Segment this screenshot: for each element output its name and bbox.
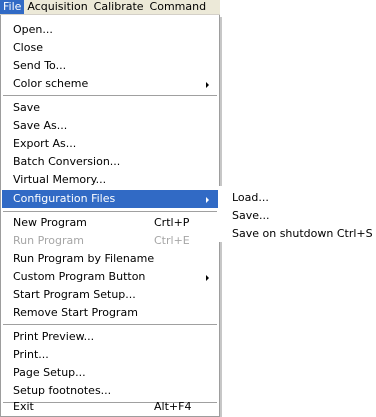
menu-item-label: Close xyxy=(13,41,43,54)
menu-item-color-scheme[interactable]: Color scheme xyxy=(2,75,218,93)
menu-item-label: Run Program xyxy=(13,234,85,247)
menu-item-label: Run Program by Filename xyxy=(13,252,155,265)
configuration-files-submenu: Load... Save... Save on shutdown Ctrl+S xyxy=(219,186,376,242)
menu-item-label: Configuration Files xyxy=(13,192,116,205)
menu-separator xyxy=(3,324,217,326)
submenu-item-load[interactable]: Load... xyxy=(220,189,376,207)
menu-item-label: Start Program Setup... xyxy=(13,288,136,301)
menu-item-new-program[interactable]: New Program Crtl+P xyxy=(2,214,218,232)
menu-item-label: Batch Conversion... xyxy=(13,155,121,168)
menu-item-label: Save xyxy=(13,101,41,114)
menubar-command[interactable]: Command xyxy=(147,0,210,14)
menu-item-page-setup[interactable]: Page Setup... xyxy=(2,364,218,382)
menu-item-save[interactable]: Save xyxy=(2,99,218,117)
menu-item-label: Remove Start Program xyxy=(13,306,138,319)
menu-item-label: Print Preview... xyxy=(13,330,95,343)
shortcut-text: Crtl+P xyxy=(154,216,190,229)
menu-item-label: Color scheme xyxy=(13,77,89,90)
menu-item-export-as[interactable]: Export As... xyxy=(2,135,218,153)
menu-item-close[interactable]: Close xyxy=(2,39,218,57)
shortcut-text: Ctrl+E xyxy=(154,234,190,247)
shortcut-text: Alt+F4 xyxy=(154,400,192,413)
menu-item-label: Virtual Memory... xyxy=(13,173,107,186)
menu-item-print[interactable]: Print... xyxy=(2,346,218,364)
menubar-calibrate[interactable]: Calibrate xyxy=(91,0,147,14)
menu-item-start-program-setup[interactable]: Start Program Setup... xyxy=(2,286,218,304)
menu-item-label: Send To... xyxy=(13,59,67,72)
menu-separator xyxy=(3,211,217,213)
submenu-arrow-icon xyxy=(206,275,209,281)
menu-item-run-program: Run Program Ctrl+E xyxy=(2,232,218,250)
menu-bar: File Acquisition Calibrate Command xyxy=(0,0,220,15)
menu-separator xyxy=(3,95,217,97)
menu-item-label: Page Setup... xyxy=(13,366,86,379)
menu-item-label: Exit xyxy=(13,400,34,413)
submenu-item-save[interactable]: Save... xyxy=(220,207,376,225)
screen: File Acquisition Calibrate Command Open.… xyxy=(0,0,376,417)
menu-item-label: Save As... xyxy=(13,119,68,132)
menu-item-label: Custom Program Button xyxy=(13,270,146,283)
submenu-arrow-icon xyxy=(206,197,209,203)
menu-item-configuration-files[interactable]: Configuration Files xyxy=(2,190,218,208)
menu-item-run-program-by-filename[interactable]: Run Program by Filename xyxy=(2,250,218,268)
menu-item-label: Open... xyxy=(13,23,53,36)
file-menu: Open... Close Send To... Color scheme Sa… xyxy=(0,15,220,417)
menu-item-label: Print... xyxy=(13,348,49,361)
submenu-arrow-icon xyxy=(206,82,209,88)
submenu-item-save-on-shutdown[interactable]: Save on shutdown Ctrl+S xyxy=(220,225,376,243)
menubar-acquisition[interactable]: Acquisition xyxy=(24,0,90,14)
menu-item-send-to[interactable]: Send To... xyxy=(2,57,218,75)
menu-item-virtual-memory[interactable]: Virtual Memory... xyxy=(2,171,218,189)
menu-item-exit[interactable]: Exit Alt+F4 xyxy=(2,398,218,416)
menu-item-custom-program-button[interactable]: Custom Program Button xyxy=(2,268,218,286)
menu-item-label: Export As... xyxy=(13,137,77,150)
menubar-file[interactable]: File xyxy=(0,0,25,14)
menu-item-save-as[interactable]: Save As... xyxy=(2,117,218,135)
menu-item-label: New Program xyxy=(13,216,87,229)
menu-item-open[interactable]: Open... xyxy=(2,21,218,39)
menu-item-batch-conversion[interactable]: Batch Conversion... xyxy=(2,153,218,171)
menu-item-remove-start-program[interactable]: Remove Start Program xyxy=(2,304,218,322)
menu-item-print-preview[interactable]: Print Preview... xyxy=(2,328,218,346)
